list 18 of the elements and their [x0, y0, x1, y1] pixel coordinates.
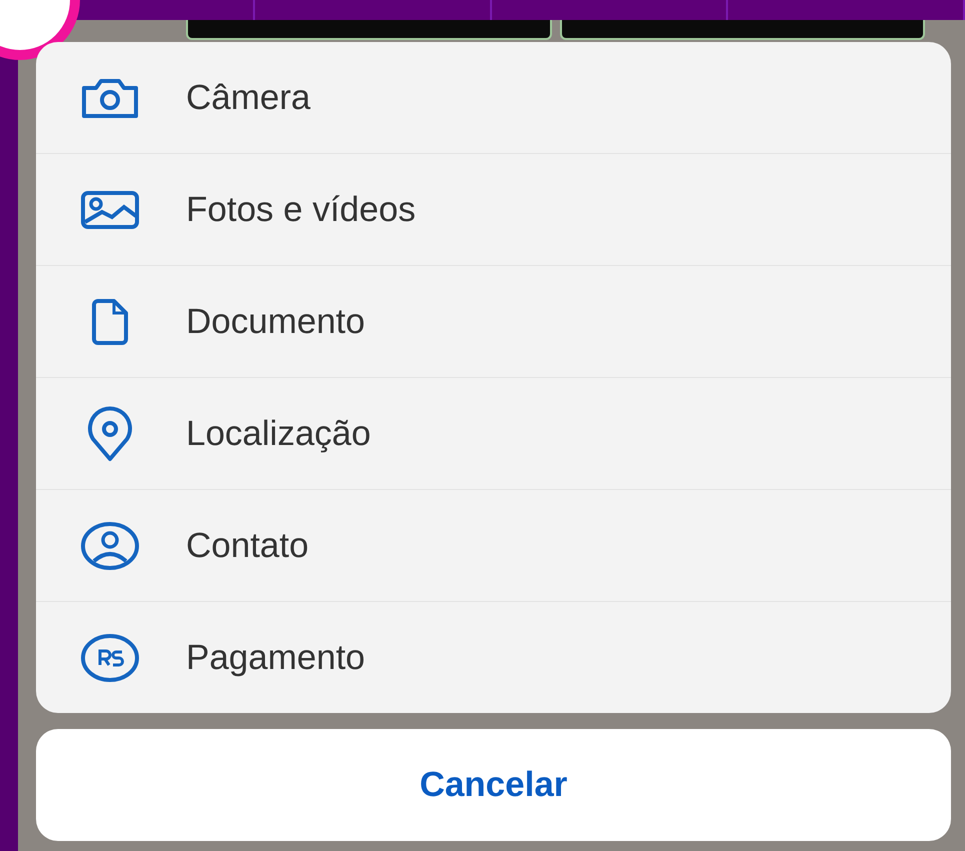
cancel-button[interactable]: Cancelar — [36, 729, 951, 841]
menu-item[interactable]: Câmera — [36, 42, 951, 154]
document-icon — [89, 296, 131, 346]
money-circle-icon — [80, 632, 140, 682]
option-label: Documento — [186, 302, 365, 342]
menu-item[interactable]: Localização — [36, 378, 951, 490]
option-label: Fotos e vídeos — [186, 190, 416, 230]
option-label: Contato — [186, 526, 309, 566]
option-label: Câmera — [186, 78, 310, 118]
menu-item[interactable]: Fotos e vídeos — [36, 154, 951, 266]
menu-item[interactable]: Documento — [36, 266, 951, 378]
option-label: Pagamento — [186, 638, 366, 678]
menu-item[interactable]: Contato — [36, 490, 951, 602]
option-label: Localização — [186, 414, 371, 454]
person-circle-icon — [80, 520, 140, 570]
location-pin-icon — [85, 406, 135, 462]
menu-item[interactable]: Pagamento — [36, 602, 951, 713]
image-icon — [80, 190, 140, 230]
